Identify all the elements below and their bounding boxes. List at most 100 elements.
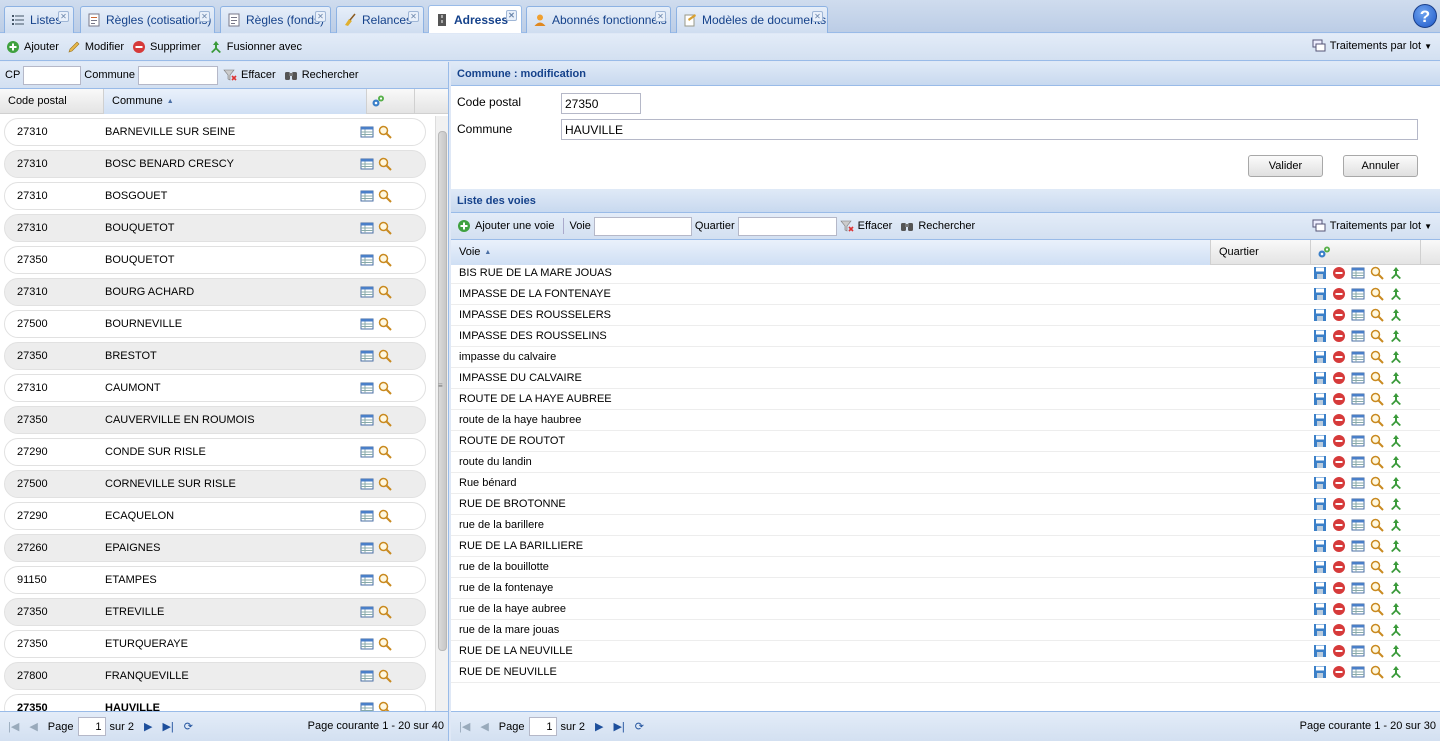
voie-row[interactable]: IMPASSE DE LA FONTENAYE xyxy=(451,284,1440,305)
prev-page-icon[interactable]: ◀ xyxy=(480,720,488,733)
magnifier-icon[interactable] xyxy=(378,573,392,587)
voie-row[interactable]: rue de la mare jouas xyxy=(451,620,1440,641)
magnifier-icon[interactable] xyxy=(1370,371,1384,385)
add-button[interactable]: Ajouter xyxy=(6,40,59,54)
refresh-icon[interactable]: ⟳ xyxy=(635,720,644,733)
last-page-icon[interactable]: ▶| xyxy=(613,720,624,733)
commune-row[interactable]: 27350 BRESTOT xyxy=(4,342,426,370)
table-icon[interactable] xyxy=(360,381,374,395)
commune-field[interactable] xyxy=(561,119,1418,140)
magnifier-icon[interactable] xyxy=(1370,455,1384,469)
tab-relances[interactable]: Relances ✕ xyxy=(336,6,424,33)
save-icon[interactable] xyxy=(1313,581,1327,595)
voie-search-input[interactable] xyxy=(593,216,692,236)
voie-row[interactable]: RUE DE LA BARILLIERE xyxy=(451,536,1440,557)
validate-button[interactable]: Valider xyxy=(1248,155,1323,177)
magnifier-icon[interactable] xyxy=(378,317,392,331)
merge-button[interactable]: Fusionner avec xyxy=(209,40,302,54)
first-page-icon[interactable]: |◀ xyxy=(459,720,470,733)
commune-row[interactable]: 27350 CAUVERVILLE EN ROUMOIS xyxy=(4,406,426,434)
save-icon[interactable] xyxy=(1313,476,1327,490)
table-icon[interactable] xyxy=(360,637,374,651)
magnifier-icon[interactable] xyxy=(1370,413,1384,427)
magnifier-icon[interactable] xyxy=(1370,329,1384,343)
batch-menu-button[interactable]: Traitements par lot ▼ xyxy=(1312,39,1432,53)
magnifier-icon[interactable] xyxy=(1370,539,1384,553)
table-icon[interactable] xyxy=(1351,497,1365,511)
table-icon[interactable] xyxy=(1351,266,1365,280)
merge-icon[interactable] xyxy=(1389,371,1403,385)
commune-row[interactable]: 27800 FRANQUEVILLE xyxy=(4,662,426,690)
voie-row[interactable]: route du landin xyxy=(451,452,1440,473)
cp-field[interactable] xyxy=(561,93,641,114)
table-icon[interactable] xyxy=(1351,308,1365,322)
commune-row[interactable]: 91150 ETAMPES xyxy=(4,566,426,594)
delete-icon[interactable] xyxy=(1332,518,1346,532)
magnifier-icon[interactable] xyxy=(1370,434,1384,448)
magnifier-icon[interactable] xyxy=(378,541,392,555)
save-icon[interactable] xyxy=(1313,644,1327,658)
save-icon[interactable] xyxy=(1313,413,1327,427)
commune-row[interactable]: 27350 ETREVILLE xyxy=(4,598,426,626)
commune-row[interactable]: 27500 BOURNEVILLE xyxy=(4,310,426,338)
table-icon[interactable] xyxy=(360,541,374,555)
commune-row[interactable]: 27290 ECAQUELON xyxy=(4,502,426,530)
magnifier-icon[interactable] xyxy=(378,221,392,235)
voies-batch-menu-button[interactable]: Traitements par lot ▼ xyxy=(1312,219,1432,233)
merge-icon[interactable] xyxy=(1389,581,1403,595)
table-icon[interactable] xyxy=(360,413,374,427)
voie-row[interactable]: ROUTE DE ROUTOT xyxy=(451,431,1440,452)
table-icon[interactable] xyxy=(1351,602,1365,616)
delete-button[interactable]: Supprimer xyxy=(132,40,201,54)
search-button[interactable]: Rechercher xyxy=(284,68,359,82)
table-icon[interactable] xyxy=(360,605,374,619)
tab-adresses[interactable]: Adresses ✕ xyxy=(428,5,522,33)
merge-icon[interactable] xyxy=(1389,308,1403,322)
magnifier-icon[interactable] xyxy=(1370,644,1384,658)
save-icon[interactable] xyxy=(1313,539,1327,553)
table-icon[interactable] xyxy=(360,349,374,363)
magnifier-icon[interactable] xyxy=(378,445,392,459)
table-icon[interactable] xyxy=(1351,539,1365,553)
table-icon[interactable] xyxy=(1351,623,1365,637)
commune-row[interactable]: 27290 CONDE SUR RISLE xyxy=(4,438,426,466)
next-page-icon[interactable]: ▶ xyxy=(595,720,603,733)
table-icon[interactable] xyxy=(360,221,374,235)
voie-row[interactable]: IMPASSE DES ROUSSELINS xyxy=(451,326,1440,347)
save-icon[interactable] xyxy=(1313,392,1327,406)
table-icon[interactable] xyxy=(1351,644,1365,658)
magnifier-icon[interactable] xyxy=(1370,665,1384,679)
save-icon[interactable] xyxy=(1313,455,1327,469)
column-header-commune[interactable]: Commune ▲ xyxy=(104,88,367,114)
voie-row[interactable]: ROUTE DE LA HAYE AUBREE xyxy=(451,389,1440,410)
magnifier-icon[interactable] xyxy=(1370,392,1384,406)
save-icon[interactable] xyxy=(1313,497,1327,511)
save-icon[interactable] xyxy=(1313,350,1327,364)
merge-icon[interactable] xyxy=(1389,434,1403,448)
table-icon[interactable] xyxy=(1351,434,1365,448)
delete-icon[interactable] xyxy=(1332,455,1346,469)
merge-icon[interactable] xyxy=(1389,497,1403,511)
merge-icon[interactable] xyxy=(1389,329,1403,343)
commune-row[interactable]: 27310 BOURG ACHARD xyxy=(4,278,426,306)
delete-icon[interactable] xyxy=(1332,329,1346,343)
page-number-input[interactable] xyxy=(77,717,106,736)
magnifier-icon[interactable] xyxy=(1370,497,1384,511)
save-icon[interactable] xyxy=(1313,434,1327,448)
voie-row[interactable]: Rue bénard xyxy=(451,473,1440,494)
commune-row[interactable]: 27310 BARNEVILLE SUR SEINE xyxy=(4,118,426,146)
communes-scrollbar[interactable]: ≡ xyxy=(435,116,448,712)
delete-icon[interactable] xyxy=(1332,539,1346,553)
table-icon[interactable] xyxy=(1351,371,1365,385)
delete-icon[interactable] xyxy=(1332,644,1346,658)
merge-icon[interactable] xyxy=(1389,455,1403,469)
table-icon[interactable] xyxy=(1351,392,1365,406)
merge-icon[interactable] xyxy=(1389,287,1403,301)
column-settings-header[interactable] xyxy=(367,88,415,114)
delete-icon[interactable] xyxy=(1332,371,1346,385)
table-icon[interactable] xyxy=(360,253,374,267)
save-icon[interactable] xyxy=(1313,623,1327,637)
merge-icon[interactable] xyxy=(1389,560,1403,574)
table-icon[interactable] xyxy=(1351,560,1365,574)
voie-row[interactable]: IMPASSE DU CALVAIRE xyxy=(451,368,1440,389)
